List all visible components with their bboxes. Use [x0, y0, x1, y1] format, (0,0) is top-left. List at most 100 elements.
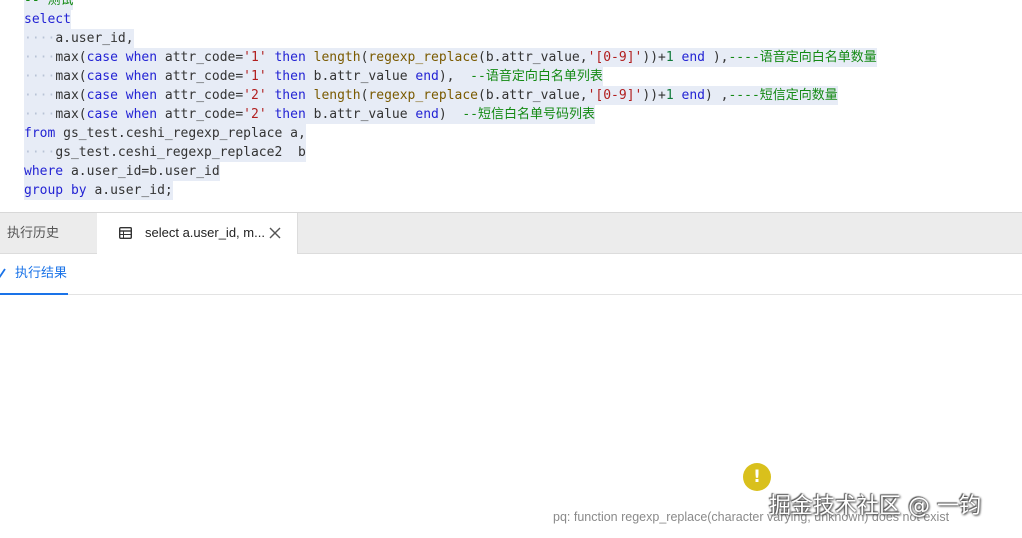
- code-token-plain: a.user_id;: [86, 183, 173, 198]
- tab-execution-history-label: 执行历史: [7, 225, 60, 240]
- code-token-fn: regexp_replace: [368, 50, 478, 65]
- watermark: 掘金技术社区 @ 一钧: [769, 494, 981, 519]
- code-token-cmt: -- 测试: [24, 0, 74, 8]
- code-token-plain: attr_code=: [157, 50, 244, 65]
- tab-query-label: select a.user_id, m...: [145, 225, 265, 240]
- code-token-plain: a.user_id=b.user_id: [63, 164, 220, 179]
- code-token-kw: case: [86, 69, 118, 84]
- code-line: ····a.user_id,: [24, 29, 134, 48]
- code-token-kw: end: [415, 107, 439, 122]
- code-token-kw: by: [70, 183, 87, 198]
- code-token-plain: attr_code=: [157, 107, 244, 122]
- code-token-str: '1': [243, 50, 267, 65]
- code-token-plain: ),: [705, 50, 729, 65]
- code-token-num: 1: [665, 50, 674, 65]
- code-token-kw: then: [274, 50, 306, 65]
- code-token-cmt: --短信白名单号码列表: [462, 107, 595, 122]
- tab-execution-result-label: 执行结果: [15, 265, 68, 280]
- code-token-kw: where: [24, 164, 64, 179]
- code-line: ····max(case when attr_code='2' then len…: [24, 86, 838, 105]
- code-token-plain: ),: [438, 69, 471, 84]
- indent-whitespace: ····: [24, 50, 56, 65]
- indent-whitespace: ····: [24, 69, 56, 84]
- code-token-plain: ))+: [642, 88, 666, 103]
- code-line: group by a.user_id;: [24, 181, 173, 200]
- code-token-kw: case: [86, 107, 118, 122]
- code-token-plain: b.attr_value: [305, 69, 416, 84]
- check-icon: [0, 268, 6, 278]
- code-token-str: '2': [243, 107, 267, 122]
- code-line: ····max(case when attr_code='1' then b.a…: [24, 67, 603, 86]
- code-token-plain: attr_code=: [157, 88, 244, 103]
- code-token-plain: ): [438, 107, 463, 122]
- code-token-kw: then: [274, 107, 306, 122]
- indent-whitespace: ····: [24, 31, 56, 46]
- code-comment-line: -- 测试: [24, 0, 74, 10]
- tab-execution-history[interactable]: 执行历史: [0, 213, 97, 253]
- code-token-str: '2': [243, 88, 267, 103]
- code-token-plain: b.attr_value: [305, 107, 416, 122]
- code-token-plain: max(: [55, 69, 87, 84]
- code-token-kw: when: [125, 107, 158, 122]
- code-token-str: '1': [243, 69, 267, 84]
- code-line: ····max(case when attr_code='2' then b.a…: [24, 105, 595, 124]
- code-token-kw: select: [24, 12, 71, 27]
- code-token-kw: when: [125, 50, 158, 65]
- code-token-kw: then: [274, 88, 306, 103]
- code-token-cmt: ----语音定向白名单数量: [728, 50, 877, 65]
- indent-whitespace: ····: [24, 145, 56, 160]
- table-icon: [119, 227, 132, 239]
- editor-tab-bar: 执行历史 select a.user_id, m...: [0, 213, 1022, 254]
- code-token-plain: max(: [55, 107, 87, 122]
- warning-icon: !: [743, 463, 771, 491]
- code-token-kw: from: [24, 126, 56, 141]
- code-token-kw: end: [681, 88, 705, 103]
- code-line: ····gs_test.ceshi_regexp_replace2 b: [24, 143, 306, 162]
- code-token-plain: ))+: [642, 50, 666, 65]
- indent-whitespace: ····: [24, 88, 56, 103]
- code-token-str: '[0-9]': [587, 50, 643, 65]
- code-token-plain: ) ,: [705, 88, 729, 103]
- tab-query[interactable]: select a.user_id, m...: [97, 213, 298, 254]
- code-token-kw: group: [24, 183, 64, 198]
- code-line: from gs_test.ceshi_regexp_replace a,: [24, 124, 306, 143]
- code-token-num: 1: [665, 88, 674, 103]
- sql-editor[interactable]: -- 测试 select ····a.user_id, ····max(case wh…: [0, 0, 1022, 213]
- code-token-plain: gs_test.ceshi_regexp_replace a,: [55, 126, 306, 141]
- code-token-cmt: ----短信定向数量: [728, 88, 838, 103]
- code-token-fn: regexp_replace: [368, 88, 478, 103]
- code-token-plain: attr_code=: [157, 69, 244, 84]
- code-token-kw: end: [415, 69, 439, 84]
- code-token-plain: a.user_id,: [55, 31, 134, 46]
- tab-execution-result[interactable]: 执行结果: [0, 254, 68, 295]
- code-token-kw: case: [86, 88, 118, 103]
- code-token-plain: max(: [55, 50, 87, 65]
- code-token-kw: when: [125, 69, 158, 84]
- code-token-fn: length: [313, 88, 361, 103]
- code-token-cmt: --语音定向白名单列表: [470, 69, 603, 84]
- result-tab-bar: 执行结果: [0, 254, 1022, 295]
- code-token-plain: (b.attr_value,: [478, 88, 588, 103]
- code-token-str: '[0-9]': [587, 88, 643, 103]
- code-token-plain: max(: [55, 88, 87, 103]
- code-token-kw: when: [125, 88, 158, 103]
- code-token-plain: gs_test.ceshi_regexp_replace2 b: [55, 145, 306, 160]
- code-line: where a.user_id=b.user_id: [24, 162, 220, 181]
- code-token-plain: (b.attr_value,: [478, 50, 588, 65]
- code-token-kw: then: [274, 69, 306, 84]
- code-line: ····max(case when attr_code='1' then len…: [24, 48, 877, 67]
- code-token-kw: case: [86, 50, 118, 65]
- close-icon[interactable]: [269, 227, 281, 239]
- code-token-kw: end: [681, 50, 705, 65]
- code-line: select: [24, 10, 71, 29]
- code-token-fn: length: [313, 50, 361, 65]
